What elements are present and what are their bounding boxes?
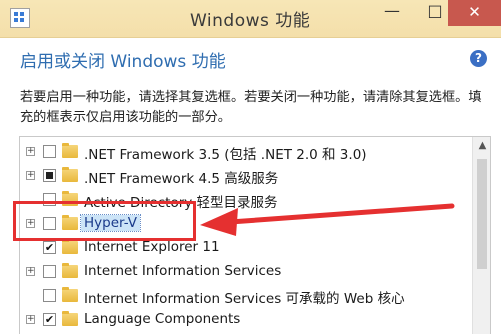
feature-checkbox[interactable] [43,169,56,182]
folder-icon [62,287,78,302]
feature-checkbox[interactable]: ✔ [43,241,56,254]
page-title: 启用或关闭 Windows 功能 [20,52,226,72]
vertical-scrollbar[interactable]: ▲ [472,137,490,334]
windows-features-dialog: Windows 功能 — □ ✕ 启用或关闭 Windows 功能 ? 若要启用… [0,0,501,334]
scroll-thumb[interactable] [477,159,487,269]
title-bar[interactable]: Windows 功能 — □ ✕ [0,0,501,38]
folder-icon [62,239,78,254]
window-title: Windows 功能 [190,11,311,31]
close-button[interactable]: ✕ [448,0,501,26]
help-icon[interactable]: ? [470,50,487,67]
folder-icon [62,311,78,326]
expand-icon[interactable]: + [26,171,35,180]
expand-icon[interactable]: + [26,267,35,276]
feature-checkbox[interactable] [43,289,56,302]
minimize-button[interactable]: — [372,0,412,26]
expand-icon[interactable]: + [26,315,35,324]
annotation-highlight-box [13,201,196,241]
feature-checkbox[interactable] [43,145,56,158]
feature-label[interactable]: .NET Framework 3.5 (包括 .NET 2.0 和 3.0) [84,143,367,163]
folder-icon [62,263,78,278]
feature-checkbox[interactable]: ✔ [43,313,56,326]
folder-icon [62,167,78,182]
feature-label[interactable]: .NET Framework 4.5 高级服务 [84,167,278,187]
feature-row[interactable]: + .NET Framework 3.5 (包括 .NET 2.0 和 3.0) [20,141,470,165]
instructions-text: 若要启用一种功能，请选择其复选框。若要关闭一种功能，请清除其复选框。填充的框表示… [20,90,482,125]
feature-label[interactable]: Language Components [84,311,240,327]
feature-label[interactable]: Internet Explorer 11 [84,239,220,255]
feature-row[interactable]: Internet Information Services 可承载的 Web 核… [20,285,470,309]
window-icon[interactable] [10,8,30,28]
feature-row[interactable]: + .NET Framework 4.5 高级服务 [20,165,470,189]
feature-checkbox[interactable] [43,265,56,278]
feature-row[interactable]: + ✔ Language Components [20,309,470,333]
feature-label[interactable]: Internet Information Services 可承载的 Web 核… [84,287,405,307]
feature-row[interactable]: + Internet Information Services [20,261,470,285]
expand-icon[interactable]: + [26,147,35,156]
feature-label[interactable]: Internet Information Services [84,263,281,279]
scroll-up-arrow-icon[interactable]: ▲ [473,137,490,155]
folder-icon [62,143,78,158]
